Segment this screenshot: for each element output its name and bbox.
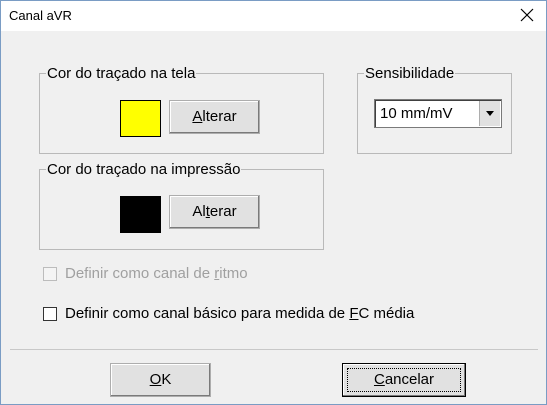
basic-channel-checkbox[interactable] bbox=[43, 307, 57, 321]
dialog-window: Canal aVR Cor do traçado na tela Alterar… bbox=[0, 0, 547, 405]
close-button[interactable] bbox=[514, 2, 540, 28]
print-color-legend: Cor do traçado na impressão bbox=[47, 161, 241, 178]
screen-color-legend: Cor do traçado na tela bbox=[47, 65, 196, 82]
rhythm-channel-checkbox[interactable] bbox=[43, 267, 57, 281]
cancel-button[interactable]: Cancelar bbox=[342, 363, 466, 397]
mnemonic: A bbox=[192, 108, 203, 125]
print-color-swatch bbox=[120, 196, 161, 233]
window-title: Canal aVR bbox=[9, 8, 72, 23]
sensitivity-select[interactable]: 10 mm/mV bbox=[374, 99, 502, 128]
sensitivity-legend: Sensibilidade bbox=[365, 65, 455, 82]
dropdown-arrow-button[interactable] bbox=[479, 101, 500, 126]
rhythm-channel-label: Definir como canal de ritmo bbox=[65, 265, 248, 282]
chevron-down-icon bbox=[486, 111, 494, 116]
close-icon bbox=[520, 8, 534, 22]
footer-divider bbox=[10, 349, 538, 350]
title-bar: Canal aVR bbox=[1, 1, 546, 31]
basic-channel-label: Definir como canal básico para medida de… bbox=[65, 305, 415, 322]
screen-color-change-button[interactable]: Alterar bbox=[169, 100, 260, 134]
sensitivity-value: 10 mm/mV bbox=[380, 105, 453, 122]
print-color-change-button[interactable]: Alterar bbox=[169, 195, 260, 229]
ok-button[interactable]: OK bbox=[110, 363, 211, 397]
screen-color-swatch bbox=[120, 100, 161, 137]
